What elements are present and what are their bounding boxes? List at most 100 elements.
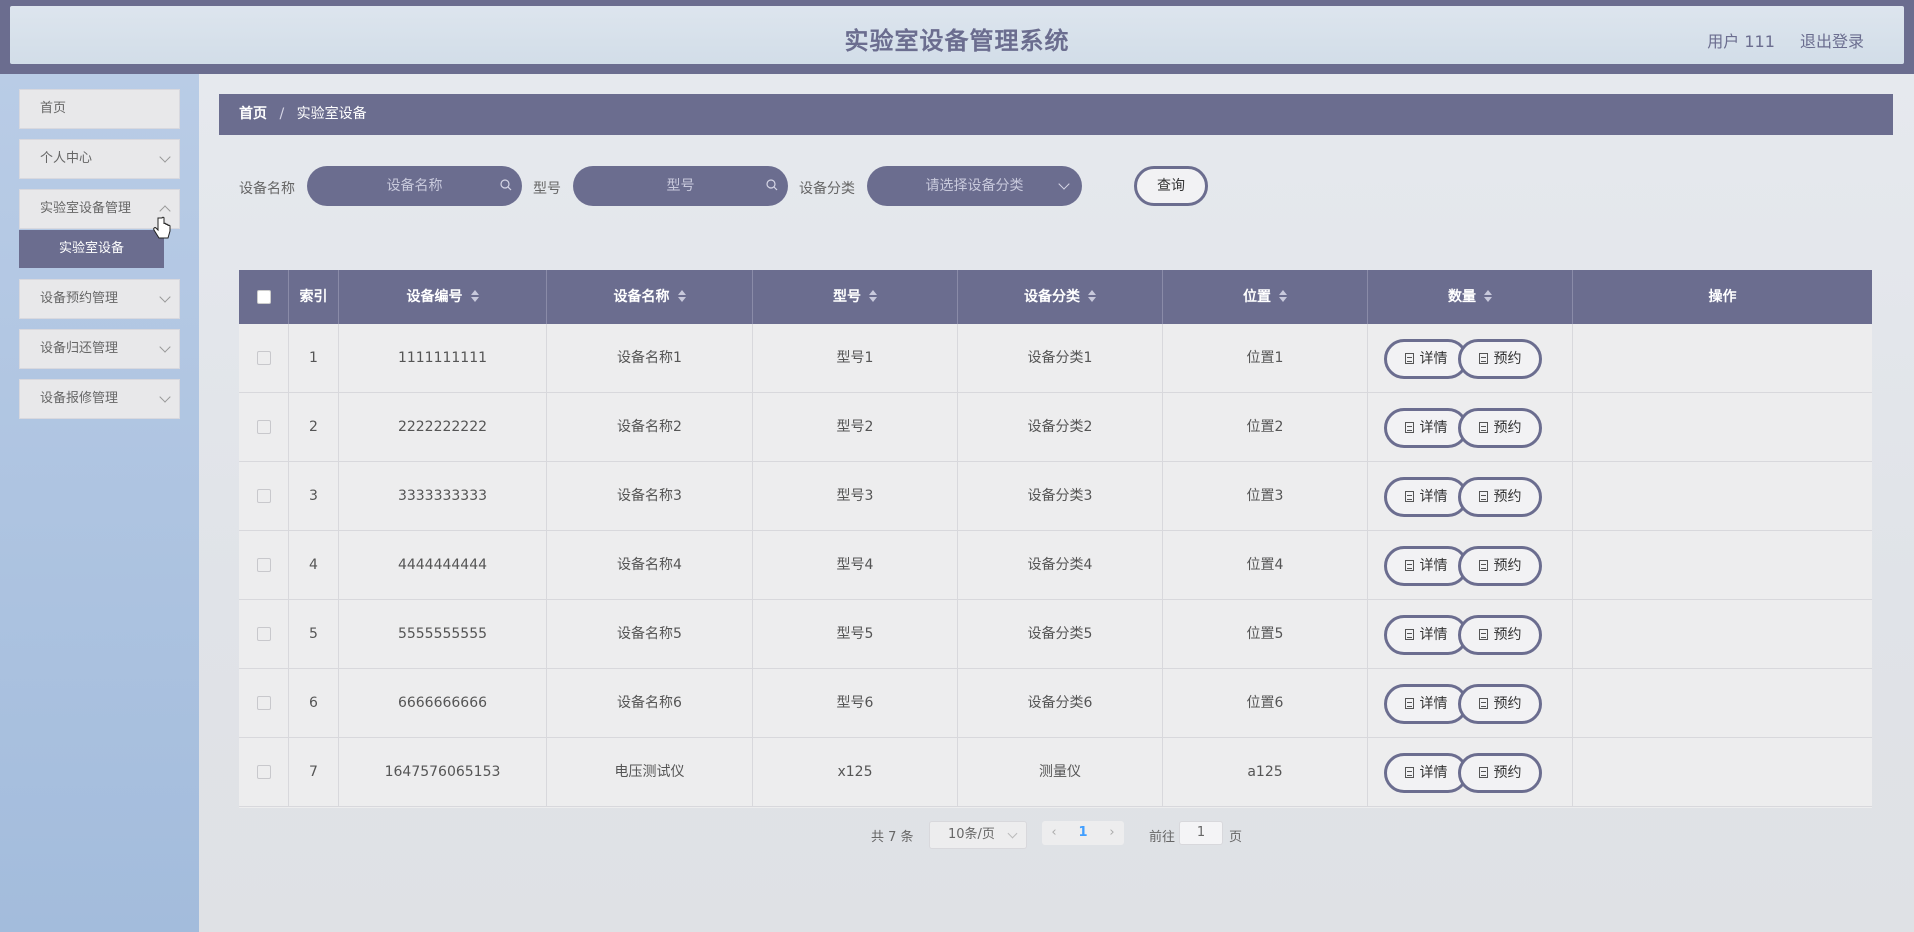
sidebar-subitem-lab-equipment[interactable]: 实验室设备 — [19, 230, 164, 268]
reserve-button[interactable]: 预约 — [1458, 546, 1542, 586]
sidebar-item-return[interactable]: 设备归还管理 — [19, 329, 180, 369]
detail-button[interactable]: 详情 — [1384, 546, 1468, 586]
page-size-select[interactable]: 10条/页 — [929, 821, 1027, 849]
current-page[interactable]: 1 — [1075, 823, 1091, 843]
model-input[interactable]: 型号 — [573, 166, 788, 206]
cell-location: 位置3 — [1163, 462, 1368, 531]
document-icon — [1478, 353, 1488, 364]
cell-code: 6666666666 — [339, 669, 547, 738]
cell-name: 设备名称1 — [547, 324, 753, 393]
sidebar-item-personal-center[interactable]: 个人中心 — [19, 139, 180, 179]
col-location[interactable]: 位置 — [1163, 270, 1368, 324]
detail-button[interactable]: 详情 — [1384, 684, 1468, 724]
search-icon — [766, 179, 778, 191]
cell-model: 型号6 — [753, 669, 958, 738]
sidebar-item-label: 首页 — [40, 101, 67, 116]
cell-select — [239, 669, 289, 738]
row-checkbox[interactable] — [257, 765, 271, 779]
detail-button[interactable]: 详情 — [1384, 615, 1468, 655]
document-icon — [1478, 560, 1488, 571]
document-icon — [1478, 491, 1488, 502]
sidebar-item-repair[interactable]: 设备报修管理 — [19, 379, 180, 419]
cell-model: 型号4 — [753, 531, 958, 600]
reserve-label: 预约 — [1493, 558, 1522, 574]
document-icon — [1404, 767, 1414, 778]
reserve-button[interactable]: 预约 — [1458, 615, 1542, 655]
reserve-button[interactable]: 预约 — [1458, 339, 1542, 379]
select-all-cell — [239, 270, 289, 324]
cell-model: x125 — [753, 738, 958, 807]
detail-button[interactable]: 详情 — [1384, 339, 1468, 379]
goto-page-input[interactable]: 1 — [1179, 821, 1223, 845]
query-button[interactable]: 查询 — [1134, 166, 1208, 206]
reserve-button[interactable]: 预约 — [1458, 753, 1542, 793]
cell-index: 2 — [289, 393, 339, 462]
cell-index: 5 — [289, 600, 339, 669]
cell-code: 2222222222 — [339, 393, 547, 462]
reserve-button[interactable]: 预约 — [1458, 477, 1542, 517]
sidebar: 首页 个人中心 实验室设备管理 实验室设备 设备预约管理 设备归还管理 设备报修… — [0, 74, 199, 932]
cell-category: 测量仪 — [958, 738, 1163, 807]
col-index: 索引 — [289, 270, 339, 324]
breadcrumb-separator: / — [279, 106, 285, 122]
category-placeholder: 请选择设备分类 — [925, 178, 1024, 194]
col-model[interactable]: 型号 — [753, 270, 958, 324]
row-checkbox[interactable] — [257, 489, 271, 503]
reserve-label: 预约 — [1493, 696, 1522, 712]
device-name-placeholder: 设备名称 — [386, 178, 443, 194]
row-checkbox[interactable] — [257, 351, 271, 365]
cell-actions: 详情 预约 — [1384, 393, 1872, 462]
breadcrumb-home[interactable]: 首页 — [239, 106, 267, 122]
sidebar-item-label: 设备预约管理 — [40, 291, 119, 306]
cell-name: 设备名称5 — [547, 600, 753, 669]
col-category[interactable]: 设备分类 — [958, 270, 1163, 324]
cell-index: 1 — [289, 324, 339, 393]
detail-button[interactable]: 详情 — [1384, 753, 1468, 793]
col-category-label: 设备分类 — [1024, 289, 1080, 305]
row-checkbox[interactable] — [257, 696, 271, 710]
select-all-checkbox[interactable] — [257, 290, 271, 304]
user-name[interactable]: 用户 111 — [1707, 32, 1775, 51]
chevron-down-icon — [1058, 178, 1070, 190]
col-code[interactable]: 设备编号 — [339, 270, 547, 324]
reserve-button[interactable]: 预约 — [1458, 684, 1542, 724]
device-name-input[interactable]: 设备名称 — [307, 166, 522, 206]
cell-category: 设备分类1 — [958, 324, 1163, 393]
sort-icon — [1484, 290, 1492, 302]
table-row: 11111111111设备名称1型号1设备分类1位置11详情预约 — [239, 324, 1872, 393]
model-label: 型号 — [533, 181, 561, 197]
cell-actions: 详情 预约 — [1384, 462, 1872, 531]
sidebar-item-reservation[interactable]: 设备预约管理 — [19, 279, 180, 319]
cell-category: 设备分类5 — [958, 600, 1163, 669]
detail-button[interactable]: 详情 — [1384, 408, 1468, 448]
table-row: 71647576065153电压测试仪x125测量仪a12525详情预约 — [239, 738, 1872, 807]
cell-model: 型号2 — [753, 393, 958, 462]
prev-page-button[interactable]: ‹ — [1046, 823, 1062, 843]
sidebar-item-label: 设备归还管理 — [40, 341, 119, 356]
col-quantity[interactable]: 数量 — [1368, 270, 1573, 324]
row-checkbox[interactable] — [257, 558, 271, 572]
category-select[interactable]: 请选择设备分类 — [867, 166, 1082, 206]
cell-select — [239, 393, 289, 462]
cell-category: 设备分类6 — [958, 669, 1163, 738]
sort-icon — [470, 290, 479, 302]
detail-button[interactable]: 详情 — [1384, 477, 1468, 517]
sidebar-item-label: 实验室设备管理 — [40, 201, 132, 216]
logout-link[interactable]: 退出登录 — [1800, 32, 1864, 51]
table-row: 66666666666设备名称6型号6设备分类6位置66详情预约 — [239, 669, 1872, 738]
col-name[interactable]: 设备名称 — [547, 270, 753, 324]
cell-name: 设备名称6 — [547, 669, 753, 738]
col-model-label: 型号 — [833, 289, 861, 305]
cell-category: 设备分类2 — [958, 393, 1163, 462]
sidebar-item-home[interactable]: 首页 — [19, 89, 180, 129]
row-checkbox[interactable] — [257, 627, 271, 641]
cell-select — [239, 462, 289, 531]
reserve-button[interactable]: 预约 — [1458, 408, 1542, 448]
next-page-button[interactable]: › — [1104, 823, 1120, 843]
cell-category: 设备分类4 — [958, 531, 1163, 600]
row-checkbox[interactable] — [257, 420, 271, 434]
col-name-label: 设备名称 — [613, 289, 670, 305]
cell-code: 3333333333 — [339, 462, 547, 531]
cell-select — [239, 738, 289, 807]
cell-location: 位置1 — [1163, 324, 1368, 393]
